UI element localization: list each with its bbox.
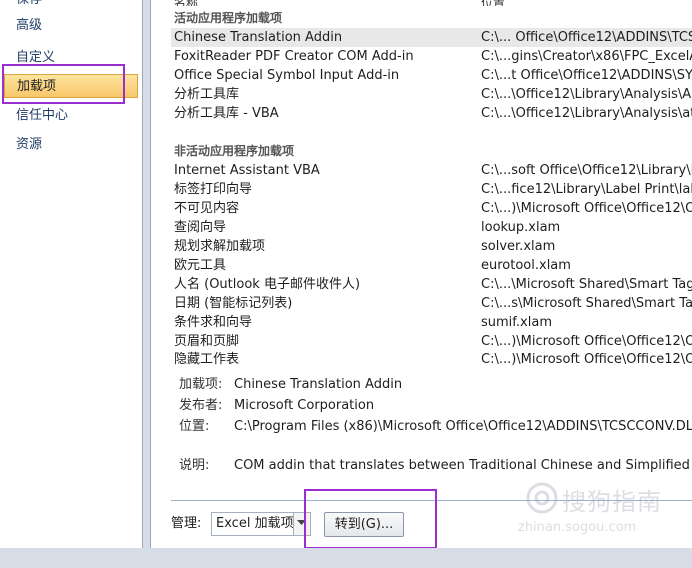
addin-location: lookup.xlam xyxy=(481,220,561,235)
addin-name: Office Special Symbol Input Add-in xyxy=(174,68,400,83)
list-item-inactive-2[interactable]: 不可见内容 C:\...)\Microsoft Office\Office12\… xyxy=(171,199,692,218)
addin-location: C:\...)\Microsoft Office\Office12\Of xyxy=(481,352,692,367)
list-item-active-1[interactable]: FoxitReader PDF Creator COM Add-in C:\..… xyxy=(171,47,692,66)
sidebar-item-label: 高级 xyxy=(16,18,43,33)
addin-name: 隐藏工作表 xyxy=(174,352,240,367)
sidebar-item-advanced[interactable]: 高级 xyxy=(4,14,138,38)
addin-location: C:\...)\Microsoft Office\Office12\Of xyxy=(481,334,692,349)
addin-name: Internet Assistant VBA xyxy=(174,163,320,178)
list-item-active-3[interactable]: 分析工具库 C:\...\Office12\Library\Analysis\A… xyxy=(171,85,692,104)
addin-location: C:\...\Microsoft Shared\Smart Tag\ xyxy=(481,277,692,292)
addin-location: C:\...\Office12\Library\Analysis\atp xyxy=(481,106,692,121)
bottom-bar xyxy=(0,548,692,568)
detail-value: Microsoft Corporation xyxy=(234,398,375,413)
addin-location: C:\...s\Microsoft Shared\Smart Tag xyxy=(481,296,692,311)
highlight-box-addins xyxy=(2,64,125,104)
sidebar-item-save[interactable]: 保存 xyxy=(4,0,138,12)
list-item-inactive-3[interactable]: 查阅向导 lookup.xlam xyxy=(171,218,692,237)
detail-label: 位置: xyxy=(179,419,210,434)
addins-panel: 名称 位置 活动应用程序加载项 Chinese Translation Addi… xyxy=(150,0,692,548)
addin-name: 查阅向导 xyxy=(174,220,227,235)
list-item-inactive-7[interactable]: 日期 (智能标记列表) C:\...s\Microsoft Shared\Sma… xyxy=(171,294,692,313)
list-item-inactive-10[interactable]: 隐藏工作表 C:\...)\Microsoft Office\Office12\… xyxy=(171,350,692,369)
active-group-title: 活动应用程序加载项 xyxy=(174,11,283,25)
addins-list[interactable]: 名称 位置 活动应用程序加载项 Chinese Translation Addi… xyxy=(171,0,692,370)
list-item-active-4[interactable]: 分析工具库 - VBA C:\...\Office12\Library\Anal… xyxy=(171,104,692,123)
detail-label: 说明: xyxy=(179,458,210,473)
detail-label: 加载项: xyxy=(179,377,223,392)
sidebar-item-trust-center[interactable]: 信任中心 xyxy=(4,104,138,128)
addin-location: C:\...)\Microsoft Office\Office12\Of xyxy=(481,201,692,216)
column-header-name[interactable]: 名称 xyxy=(174,0,198,6)
sidebar-item-label: 保存 xyxy=(16,0,42,7)
list-header: 名称 位置 xyxy=(171,0,692,6)
column-header-location[interactable]: 位置 xyxy=(481,0,505,6)
addin-location: C:\...soft Office\Office12\Library\H xyxy=(481,163,692,178)
addin-name: 欧元工具 xyxy=(174,258,227,273)
inactive-group-title: 非活动应用程序加载项 xyxy=(174,144,295,158)
addin-location: C:\...fice12\Library\Label Print\labe xyxy=(481,182,692,197)
addin-name: 人名 (Outlook 电子邮件收件人) xyxy=(174,277,361,292)
manage-select-value: Excel 加载项 xyxy=(216,516,294,531)
highlight-box-go xyxy=(304,489,437,549)
addin-location: C:\... Office\Office12\ADDINS\TCSC xyxy=(481,30,692,45)
sidebar-item-label: 资源 xyxy=(16,137,43,152)
addin-name: 日期 (智能标记列表) xyxy=(174,296,293,311)
addin-location: C:\...gins\Creator\x86\FPC_ExcelAd xyxy=(481,49,692,64)
addin-name: 不可见内容 xyxy=(174,201,240,216)
sidebar-item-label: 自定义 xyxy=(16,50,56,65)
list-item-inactive-6[interactable]: 人名 (Outlook 电子邮件收件人) C:\...\Microsoft Sh… xyxy=(171,275,692,294)
detail-value: Chinese Translation Addin xyxy=(234,377,403,392)
addin-location: C:\...\Office12\Library\Analysis\AN xyxy=(481,87,692,102)
list-item-active-0[interactable]: Chinese Translation Addin C:\... Office\… xyxy=(171,28,692,47)
addin-location: eurotool.xlam xyxy=(481,258,571,273)
addin-location: C:\...t Office\Office12\ADDINS\SYM xyxy=(481,68,692,83)
addin-location: solver.xlam xyxy=(481,239,556,254)
manage-label: 管理: xyxy=(171,516,202,531)
addin-name: 分析工具库 - VBA xyxy=(174,106,279,121)
addin-name: 标签打印向导 xyxy=(174,182,253,197)
addin-name: 页眉和页脚 xyxy=(174,334,240,349)
list-item-inactive-0[interactable]: Internet Assistant VBA C:\...soft Office… xyxy=(171,161,692,180)
manage-select[interactable]: Excel 加载项 xyxy=(211,512,311,536)
addin-name: Chinese Translation Addin xyxy=(174,30,343,45)
list-item-inactive-1[interactable]: 标签打印向导 C:\...fice12\Library\Label Print\… xyxy=(171,180,692,199)
list-item-active-2[interactable]: Office Special Symbol Input Add-in C:\..… xyxy=(171,66,692,85)
addin-name: FoxitReader PDF Creator COM Add-in xyxy=(174,49,414,64)
addin-location: sumif.xlam xyxy=(481,315,552,330)
detail-value: C:\Program Files (x86)\Microsoft Office\… xyxy=(234,419,692,434)
list-item-inactive-9[interactable]: 页眉和页脚 C:\...)\Microsoft Office\Office12\… xyxy=(171,332,692,351)
addin-name: 规划求解加载项 xyxy=(174,239,266,254)
list-item-inactive-5[interactable]: 欧元工具 eurotool.xlam xyxy=(171,256,692,275)
sidebar-item-resources[interactable]: 资源 xyxy=(4,133,138,157)
addin-name: 条件求和向导 xyxy=(174,315,253,330)
addin-name: 分析工具库 xyxy=(174,87,240,102)
list-item-inactive-4[interactable]: 规划求解加载项 solver.xlam xyxy=(171,237,692,256)
detail-value: COM addin that translates between Tradit… xyxy=(234,458,692,473)
detail-label: 发布者: xyxy=(179,398,223,413)
list-item-inactive-8[interactable]: 条件求和向导 sumif.xlam xyxy=(171,313,692,332)
sidebar-item-label: 信任中心 xyxy=(16,108,69,123)
